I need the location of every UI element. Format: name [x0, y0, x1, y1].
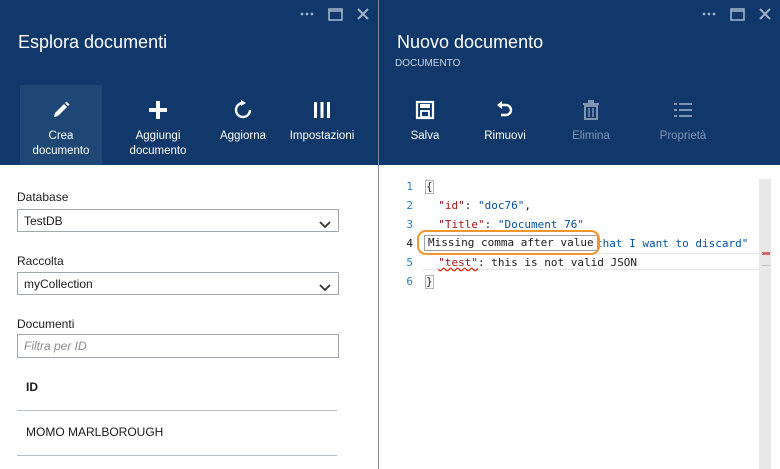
blade-controls [700, 4, 774, 24]
collection-value: myCollection [24, 277, 93, 291]
refresh-icon [233, 97, 253, 123]
line-number: 2 [406, 199, 413, 212]
document-explorer-blade: Esplora documenti Crea documento Aggiung… [0, 0, 378, 469]
close-icon[interactable] [756, 5, 774, 23]
settings-button[interactable]: Impostazioni [284, 85, 360, 165]
discard-button[interactable]: Rimuovi [471, 85, 539, 165]
id-column-header: ID [26, 380, 38, 394]
database-select[interactable]: TestDB [17, 209, 339, 232]
settings-columns-icon [313, 97, 331, 123]
discard-label: Rimuovi [484, 130, 526, 142]
line-number: 5 [406, 256, 413, 269]
row-divider [17, 410, 337, 411]
plus-icon [148, 97, 168, 123]
line-number: 1 [406, 180, 413, 193]
line-number: 4 [406, 237, 413, 250]
code-line-6: } [425, 275, 434, 289]
code-line-4: that I want to discard" [596, 237, 749, 250]
json-key-error: "test" [438, 256, 478, 269]
delete-label: Elimina [572, 130, 610, 142]
database-value: TestDB [24, 214, 63, 228]
blade-header: Esplora documenti [0, 0, 378, 85]
editor-scrollbar[interactable] [759, 179, 771, 469]
json-editor[interactable]: 1 2 3 4 5 6 { "id": "doc76", "Title": "D… [379, 165, 780, 469]
brace-close: } [425, 275, 434, 289]
add-document-label: Aggiungi documento [129, 130, 187, 157]
collection-label: Raccolta [17, 254, 64, 268]
brace-open: { [425, 180, 434, 194]
blade-title: Nuovo documento [397, 32, 544, 52]
json-key: "id" [438, 199, 465, 212]
command-bar: Crea documento Aggiungi documento Aggior… [0, 85, 378, 165]
line-number: 3 [406, 218, 413, 231]
blade-controls [298, 4, 372, 24]
create-document-label: Crea documento [32, 130, 90, 157]
error-marker [762, 252, 770, 255]
settings-label: Impostazioni [289, 130, 355, 142]
close-icon[interactable] [354, 5, 372, 23]
add-document-button[interactable]: Aggiungi documento [118, 85, 198, 165]
save-button[interactable]: Salva [393, 85, 457, 165]
maximize-icon[interactable] [728, 5, 746, 23]
pencil-icon [51, 97, 71, 123]
blade-header: Nuovo documento DOCUMENTO [379, 0, 780, 85]
command-bar: Salva Rimuovi Elimina Proprietà [379, 85, 780, 165]
blade-title: Esplora documenti [18, 32, 168, 52]
line-number: 6 [406, 275, 413, 288]
json-sep: : [464, 199, 478, 212]
documents-label: Documenti [17, 317, 75, 331]
undo-icon [495, 97, 515, 123]
refresh-button[interactable]: Aggiorna [204, 85, 282, 165]
json-invalid-text: : this is not valid JSON [478, 256, 637, 269]
list-icon [673, 97, 693, 123]
code-line-5: "test": this is not valid JSON [425, 256, 637, 269]
blade-subtitle: DOCUMENTO [395, 58, 461, 69]
error-tooltip: Missing comma after value [424, 235, 598, 251]
trash-icon [582, 97, 600, 123]
list-item[interactable]: MOMO MARLBOROUGH [26, 425, 163, 439]
database-label: Database [17, 190, 69, 204]
row-divider [17, 455, 337, 456]
delete-button[interactable]: Elimina [557, 85, 625, 165]
create-document-button[interactable]: Crea documento [20, 85, 102, 165]
chevron-down-icon [319, 279, 331, 297]
chevron-down-icon [319, 216, 331, 234]
save-icon [415, 97, 435, 123]
code-line-2: "id": "doc76", [425, 199, 531, 212]
properties-button[interactable]: Proprietà [647, 85, 719, 165]
more-icon[interactable] [700, 5, 718, 23]
maximize-icon[interactable] [326, 5, 344, 23]
document-filter-input[interactable] [17, 334, 339, 358]
json-comma: , [524, 199, 531, 212]
refresh-label: Aggiorna [219, 130, 267, 142]
more-icon[interactable] [298, 5, 316, 23]
collection-select[interactable]: myCollection [17, 272, 339, 295]
cursor-marker [762, 265, 770, 266]
code-line-1: { [425, 180, 434, 194]
properties-label: Proprietà [659, 130, 707, 142]
save-label: Salva [410, 130, 440, 142]
json-value: "doc76" [478, 199, 525, 212]
